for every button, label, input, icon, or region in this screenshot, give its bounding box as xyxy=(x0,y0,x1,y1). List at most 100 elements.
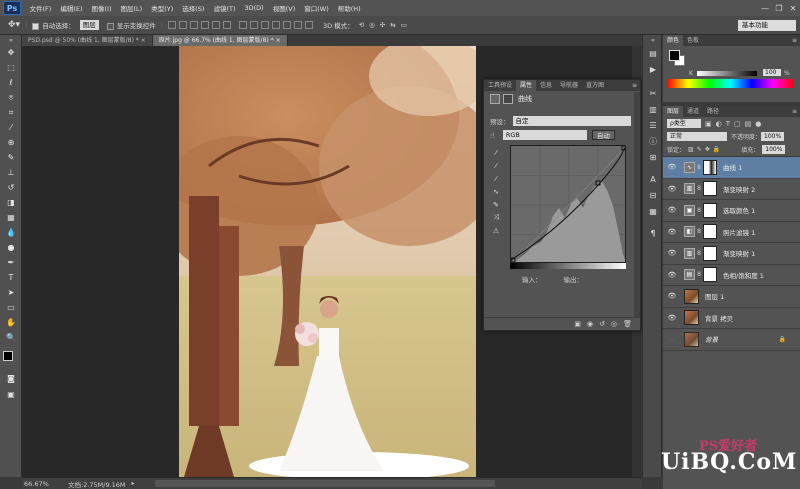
curve-draw-icon[interactable]: ∿ xyxy=(490,185,502,198)
layer-name[interactable]: 照片滤镜 1 xyxy=(723,227,755,237)
lasso-tool-icon[interactable]: ℓ xyxy=(0,75,22,90)
hand-tool-icon[interactable]: ✋ xyxy=(0,315,22,330)
k-slider[interactable] xyxy=(697,71,757,76)
layer-row[interactable]: 👁 ▥ 8 渐变映射 2 xyxy=(663,179,800,200)
clipping-warning-icon[interactable]: ⚠ xyxy=(490,224,502,237)
layer-mask-thumbnail[interactable] xyxy=(703,245,717,261)
chain-icon[interactable]: 8 xyxy=(695,228,703,235)
layer-row[interactable]: 👁 ◧ 8 照片滤镜 1 xyxy=(663,222,800,243)
paragraph-icon[interactable]: A xyxy=(643,171,663,187)
filter-smart-icon[interactable]: ▤ xyxy=(745,120,752,128)
layer-row[interactable]: 👁 背景 拷贝 xyxy=(663,308,800,329)
panel-collapse-icon[interactable]: » xyxy=(0,35,22,45)
tab-info[interactable]: 信息 xyxy=(536,80,556,91)
chain-icon[interactable]: 8 xyxy=(695,164,703,171)
layer-thumbnail[interactable] xyxy=(684,331,699,347)
zoom-tool-icon[interactable]: 🔍 xyxy=(0,330,22,345)
eye-icon[interactable]: 👁 xyxy=(666,249,678,257)
clip-to-layer-icon[interactable]: ▣ xyxy=(574,320,581,328)
shape-tool-icon[interactable]: ▭ xyxy=(0,300,22,315)
show-transform-checkbox[interactable]: 显示变换控件 xyxy=(106,20,156,30)
brush-panel-icon[interactable]: ▥ xyxy=(643,101,663,117)
curves-graph[interactable] xyxy=(510,145,626,263)
brush-tool-icon[interactable]: ✎ xyxy=(0,150,22,165)
lock-transparent-icon[interactable]: ▨ xyxy=(688,146,694,153)
filter-shape-icon[interactable]: ▢ xyxy=(734,120,741,128)
screen-mode-icon[interactable]: ▣ xyxy=(0,387,22,402)
tab-tool-presets[interactable]: 工具预设 xyxy=(484,80,516,91)
layer-name[interactable]: 图层 1 xyxy=(705,291,724,301)
lock-pixels-icon[interactable]: ✎ xyxy=(697,146,702,153)
menu-type[interactable]: 类型(Y) xyxy=(147,3,178,13)
auto-select-dropdown[interactable]: 图层 xyxy=(79,20,99,30)
layer-name[interactable]: 选取颜色 1 xyxy=(723,205,755,215)
filter-type-icon[interactable]: T xyxy=(726,120,730,128)
color-spectrum[interactable] xyxy=(667,79,794,88)
smooth-icon[interactable]: ⤨ xyxy=(490,211,502,224)
character-icon[interactable]: ⊟ xyxy=(643,187,663,203)
reset-icon[interactable]: ↺ xyxy=(599,320,605,328)
layer-name[interactable]: 曲线 1 xyxy=(723,162,742,172)
tab-color[interactable]: 颜色 xyxy=(663,35,684,46)
clone-stamp-tool-icon[interactable]: ⊥ xyxy=(0,165,22,180)
layer-mask-thumbnail[interactable] xyxy=(703,159,717,175)
tab-histogram[interactable]: 直方图 xyxy=(582,80,608,91)
menu-edit[interactable]: 编辑(E) xyxy=(56,3,87,13)
3d-scale-icon[interactable]: ▭ xyxy=(401,21,407,29)
distribute-left-icon[interactable] xyxy=(271,21,280,29)
move-tool-icon[interactable]: ✥▾ xyxy=(8,20,20,30)
layer-name[interactable]: 渐变映射 2 xyxy=(723,184,755,194)
menu-select[interactable]: 选择(S) xyxy=(178,3,209,13)
marquee-tool-icon[interactable]: ⬚ xyxy=(0,60,22,75)
visibility-toggle-icon[interactable]: ◎ xyxy=(611,320,617,328)
layer-row[interactable]: 👁 图层 1 xyxy=(663,286,800,308)
foreground-color-swatch[interactable] xyxy=(669,50,680,61)
3d-slide-icon[interactable]: ⇆ xyxy=(390,21,395,29)
adjustments-icon[interactable]: ✂ xyxy=(643,85,663,101)
layer-row[interactable]: ▫ 背景 🔒 xyxy=(663,329,800,351)
menu-window[interactable]: 窗口(W) xyxy=(300,3,334,13)
3d-roll-icon[interactable]: ◎ xyxy=(369,21,375,29)
delete-adjustment-icon[interactable]: 🗑 xyxy=(623,320,632,328)
blend-mode-dropdown[interactable]: 正常 xyxy=(667,132,727,141)
auto-button[interactable]: 自动 xyxy=(591,130,615,140)
layer-row[interactable]: 👁 ▥ 8 渐变映射 1 xyxy=(663,243,800,265)
layer-kind-filter[interactable]: ρ类型 xyxy=(667,119,701,128)
foreground-color-swatch[interactable] xyxy=(3,351,13,361)
align-hcenter-icon[interactable] xyxy=(211,21,220,29)
layer-mask-thumbnail[interactable] xyxy=(703,202,717,218)
eye-icon[interactable]: 👁 xyxy=(666,314,678,322)
menu-layer[interactable]: 图层(L) xyxy=(116,3,147,13)
eye-icon[interactable]: 👁 xyxy=(666,206,678,214)
document-size[interactable]: 文档:2.75M/9.16M xyxy=(68,479,126,489)
close-icon[interactable]: × xyxy=(141,37,146,44)
distribute-vcenter-icon[interactable] xyxy=(249,21,258,29)
align-bottom-icon[interactable] xyxy=(189,21,198,29)
distribute-right-icon[interactable] xyxy=(293,21,302,29)
opacity-input[interactable]: 100% xyxy=(761,132,785,141)
tab-layers[interactable]: 图层 xyxy=(663,106,684,117)
layer-mask-thumbnail[interactable] xyxy=(703,224,717,240)
actions-icon[interactable]: ▶ xyxy=(643,61,663,77)
chain-icon[interactable]: 8 xyxy=(695,250,703,257)
3d-pan-icon[interactable]: ✣ xyxy=(380,21,385,29)
crop-tool-icon[interactable]: ⌗ xyxy=(0,105,22,120)
quick-select-tool-icon[interactable]: ⍟ xyxy=(0,90,22,105)
eye-icon[interactable]: 👁 xyxy=(666,185,678,193)
blur-tool-icon[interactable]: 💧 xyxy=(0,225,22,240)
align-top-icon[interactable] xyxy=(167,21,176,29)
workspace-switcher[interactable]: 基本功能 xyxy=(738,19,796,31)
clone-source-icon[interactable]: ⊞ xyxy=(643,149,663,165)
tab-channels[interactable]: 通道 xyxy=(683,106,703,117)
notes-icon[interactable]: ¶ xyxy=(643,225,663,241)
gray-point-eyedropper-icon[interactable]: ⁄ xyxy=(490,172,502,185)
eye-icon[interactable]: 👁 xyxy=(666,271,678,279)
panel-menu-icon[interactable]: ≡ xyxy=(632,82,640,89)
fill-input[interactable]: 100% xyxy=(762,145,786,154)
auto-align-icon[interactable] xyxy=(304,21,313,29)
type-tool-icon[interactable]: T xyxy=(0,270,22,285)
layer-row[interactable]: 👁 ▣ 8 选取颜色 1 xyxy=(663,200,800,222)
pencil-draw-icon[interactable]: ✎ xyxy=(490,198,502,211)
view-previous-icon[interactable]: ◉ xyxy=(587,320,593,328)
layer-thumbnail[interactable] xyxy=(684,288,699,304)
